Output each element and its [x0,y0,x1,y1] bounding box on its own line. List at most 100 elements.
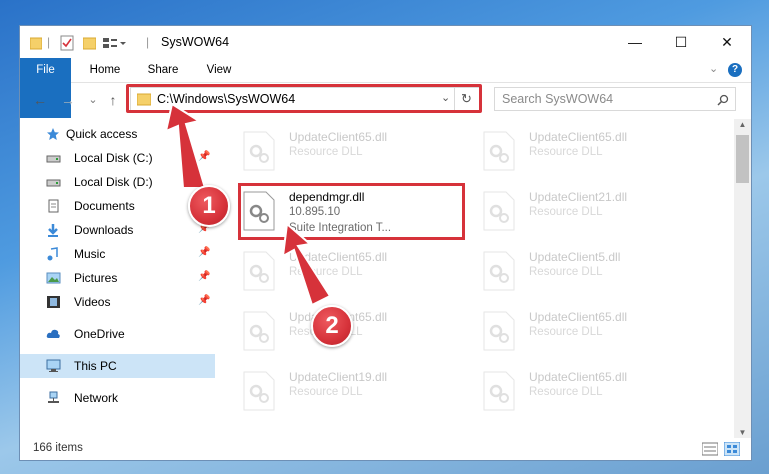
scroll-up-icon[interactable]: ▲ [734,120,751,129]
search-icon [717,94,729,106]
file-item[interactable]: UpdateClient21.dll Resource DLL [456,183,686,243]
sidebar-item-label: Network [74,391,119,405]
file-type: Resource DLL [529,266,603,278]
sidebar-item-this-pc[interactable]: This PC [20,354,215,378]
file-item[interactable]: UpdateClient65.dll Resource DLL [456,363,686,423]
file-item[interactable]: UpdateClient65.dll Resource DLL [456,303,686,363]
cloud-icon [46,329,60,338]
dll-file-icon [483,371,515,411]
file-item[interactable]: UpdateClient65.dll Resource DLL [456,123,686,183]
status-bar: 166 items [20,438,751,460]
sidebar-item-label: Music [74,247,106,261]
sidebar-item-pictures[interactable]: Pictures 📌 [20,266,215,290]
back-button[interactable]: ← [31,91,49,109]
new-folder-icon[interactable] [83,35,96,51]
sidebar-item-quick-access[interactable]: Quick access [20,122,215,146]
ribbon-tabs: File Home Share View ⌄ ? [20,58,751,118]
tab-view[interactable]: View [198,58,240,82]
file-item[interactable]: UpdateClient65.dll Resource DLL [216,123,446,183]
music-icon [47,247,58,261]
large-icons-view-icon[interactable] [724,442,740,456]
minimize-button[interactable]: — [612,26,658,58]
search-input[interactable]: Search SysWOW64 [494,87,736,111]
sidebar-item-downloads[interactable]: Downloads 📌 [20,218,215,242]
file-list: UpdateClient65.dll Resource DLL UpdateClie… [216,119,734,438]
sidebar-item-local-disk-d[interactable]: Local Disk (D:) [20,170,215,194]
drive-icon [46,155,61,163]
file-name: UpdateClient65.dll [529,370,628,384]
sidebar-item-documents[interactable]: Documents📌 [20,194,215,218]
forward-button[interactable]: → [59,91,77,109]
dll-file-icon [243,131,275,171]
dll-file-icon [243,371,275,411]
network-icon [48,391,59,403]
vertical-scrollbar[interactable]: ▲ ▼ [734,119,751,438]
download-icon [48,224,58,237]
sidebar-item-label: This PC [74,359,117,373]
pictures-icon [46,272,61,284]
sidebar-item-label: Local Disk (C:) [74,151,153,165]
file-type: Resource DLL [529,386,603,398]
file-name: UpdateClient65.dll [529,310,628,324]
explorer-window: | | SysWOW64 — ☐ ✕ File Home Share View … [19,25,752,461]
file-type: Resource DLL [289,266,363,278]
maximize-button[interactable]: ☐ [658,26,704,58]
expand-ribbon-icon[interactable]: ⌄ [709,62,718,75]
drive-icon [46,179,61,187]
details-view-icon[interactable] [702,442,718,456]
pin-icon[interactable]: 📌 [198,247,210,258]
sidebar-item-label: OneDrive [74,327,125,341]
pin-icon[interactable]: 📌 [198,271,210,282]
sidebar-item-network[interactable]: Network [20,386,215,410]
window-title: SysWOW64 [161,35,230,49]
tab-home[interactable]: Home [82,58,128,82]
sidebar-item-label: Downloads [74,223,134,237]
file-highlight [238,183,465,240]
customize-toolbar-icon[interactable] [103,35,127,51]
file-type: Resource DLL [529,146,603,158]
sidebar-item-label: Quick access [66,127,138,141]
dll-file-icon [243,311,275,351]
help-icon[interactable]: ? [728,63,742,77]
item-count: 166 items [33,442,83,454]
file-item[interactable]: UpdateClient19.dll Resource DLL [216,363,446,423]
sidebar-item-videos[interactable]: Videos 📌 [20,290,215,314]
close-button[interactable]: ✕ [704,26,750,58]
pin-icon[interactable]: 📌 [198,151,210,162]
sidebar-item-music[interactable]: Music 📌 [20,242,215,266]
tab-share[interactable]: Share [140,58,186,82]
dll-file-icon [483,311,515,351]
file-type: Resource DLL [529,206,603,218]
sidebar-item-label: Pictures [74,271,118,285]
search-placeholder: Search SysWOW64 [502,92,614,106]
file-type: Resource DLL [289,146,363,158]
up-button[interactable]: ↑ [104,91,122,109]
dll-file-icon [483,131,515,171]
properties-icon[interactable] [60,35,74,51]
computer-icon [46,359,61,372]
dll-file-icon [243,251,275,291]
address-highlight [126,84,482,113]
callout-2: 2 [311,305,353,347]
file-item[interactable]: UpdateClient65.dll Resource DLL [216,243,446,303]
scroll-down-icon[interactable]: ▼ [734,428,751,437]
documents-icon [48,199,59,213]
file-name: UpdateClient5.dll [529,250,621,264]
sidebar-item-label: Local Disk (D:) [74,175,153,189]
sidebar-item-local-disk-c[interactable]: Local Disk (C:) 📌 [20,146,215,170]
sidebar-item-label: Videos [74,295,111,309]
scroll-thumb[interactable] [736,135,749,183]
file-name: UpdateClient65.dll [289,130,388,144]
file-type: Resource DLL [289,386,363,398]
recent-locations-button[interactable]: ⌄ [84,91,102,109]
sidebar-item-onedrive[interactable]: OneDrive [20,322,215,346]
navigation-pane: Quick access Local Disk (C:) 📌 Local Disk (… [20,119,215,438]
callout-1: 1 [188,185,230,227]
navigation-bar: ← → ⌄ ↑ C:\Windows\SysWOW64 ⌄ ↻ Search S… [20,83,751,119]
file-name: UpdateClient21.dll [529,190,628,204]
file-item[interactable]: UpdateClient5.dll Resource DLL [456,243,686,303]
sidebar-item-label: Documents [74,199,135,213]
file-type: Resource DLL [529,326,603,338]
pin-icon[interactable]: 📌 [198,295,210,306]
file-name: UpdateClient65.dll [529,130,628,144]
